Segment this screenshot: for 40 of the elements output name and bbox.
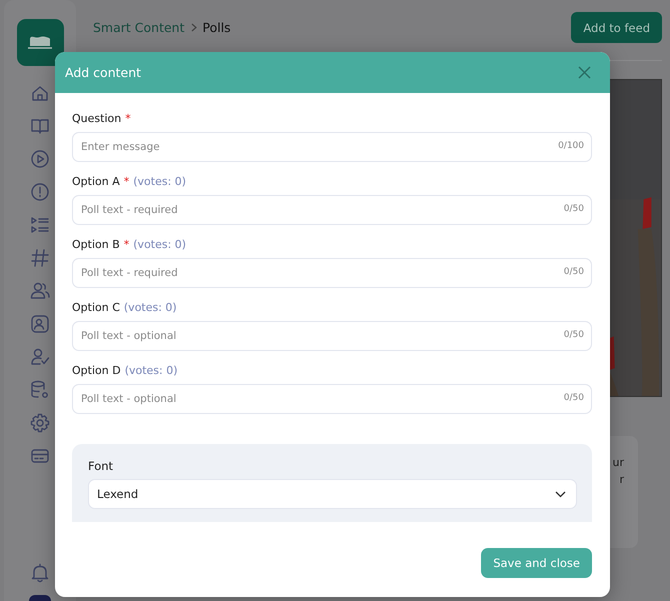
alert-icon[interactable] <box>30 182 50 202</box>
character-counter: 0/50 <box>564 330 584 340</box>
breadcrumb-link[interactable]: Smart Content <box>93 20 184 35</box>
breadcrumb-current: Polls <box>202 20 231 35</box>
required-mark: * <box>124 175 130 188</box>
font-dropdown[interactable]: Lexend <box>88 479 577 509</box>
votes-count: (votes: 0) <box>133 175 186 188</box>
save-and-close-button[interactable]: Save and close <box>481 548 592 578</box>
field-label: Option D <box>72 364 121 377</box>
field-label: Option B <box>72 238 120 251</box>
app-logo[interactable] <box>16 19 64 66</box>
character-counter: 0/100 <box>558 141 584 151</box>
list-icon[interactable] <box>30 215 50 235</box>
database-settings-icon[interactable] <box>30 380 50 400</box>
modal-title: Add content <box>65 65 142 80</box>
character-counter: 0/50 <box>564 204 584 214</box>
field-label: Option C <box>72 301 120 314</box>
votes-count: (votes: 0) <box>124 301 177 314</box>
votes-count: (votes: 0) <box>133 238 186 251</box>
users-icon[interactable] <box>30 281 50 301</box>
play-icon[interactable] <box>30 149 50 169</box>
required-mark: * <box>125 112 131 125</box>
hashtag-icon[interactable] <box>30 248 50 268</box>
field-label: Font <box>88 459 114 473</box>
card-text: r <box>619 473 625 486</box>
contact-icon[interactable] <box>30 314 50 334</box>
chevron-down-icon <box>555 490 566 498</box>
add-to-feed-button[interactable]: Add to feed <box>571 12 662 43</box>
required-mark: * <box>124 238 130 251</box>
user-check-icon[interactable] <box>30 347 50 367</box>
avatar[interactable] <box>29 595 51 601</box>
settings-icon[interactable] <box>30 413 50 433</box>
character-counter: 0/50 <box>564 393 584 403</box>
chevron-right-icon <box>190 23 196 32</box>
card-text: ur <box>612 456 625 469</box>
character-counter: 0/50 <box>564 267 584 277</box>
votes-count: (votes: 0) <box>124 364 178 377</box>
field-label: Question <box>72 112 122 125</box>
bell-icon[interactable] <box>30 563 50 583</box>
field-label: Option A <box>72 175 120 188</box>
